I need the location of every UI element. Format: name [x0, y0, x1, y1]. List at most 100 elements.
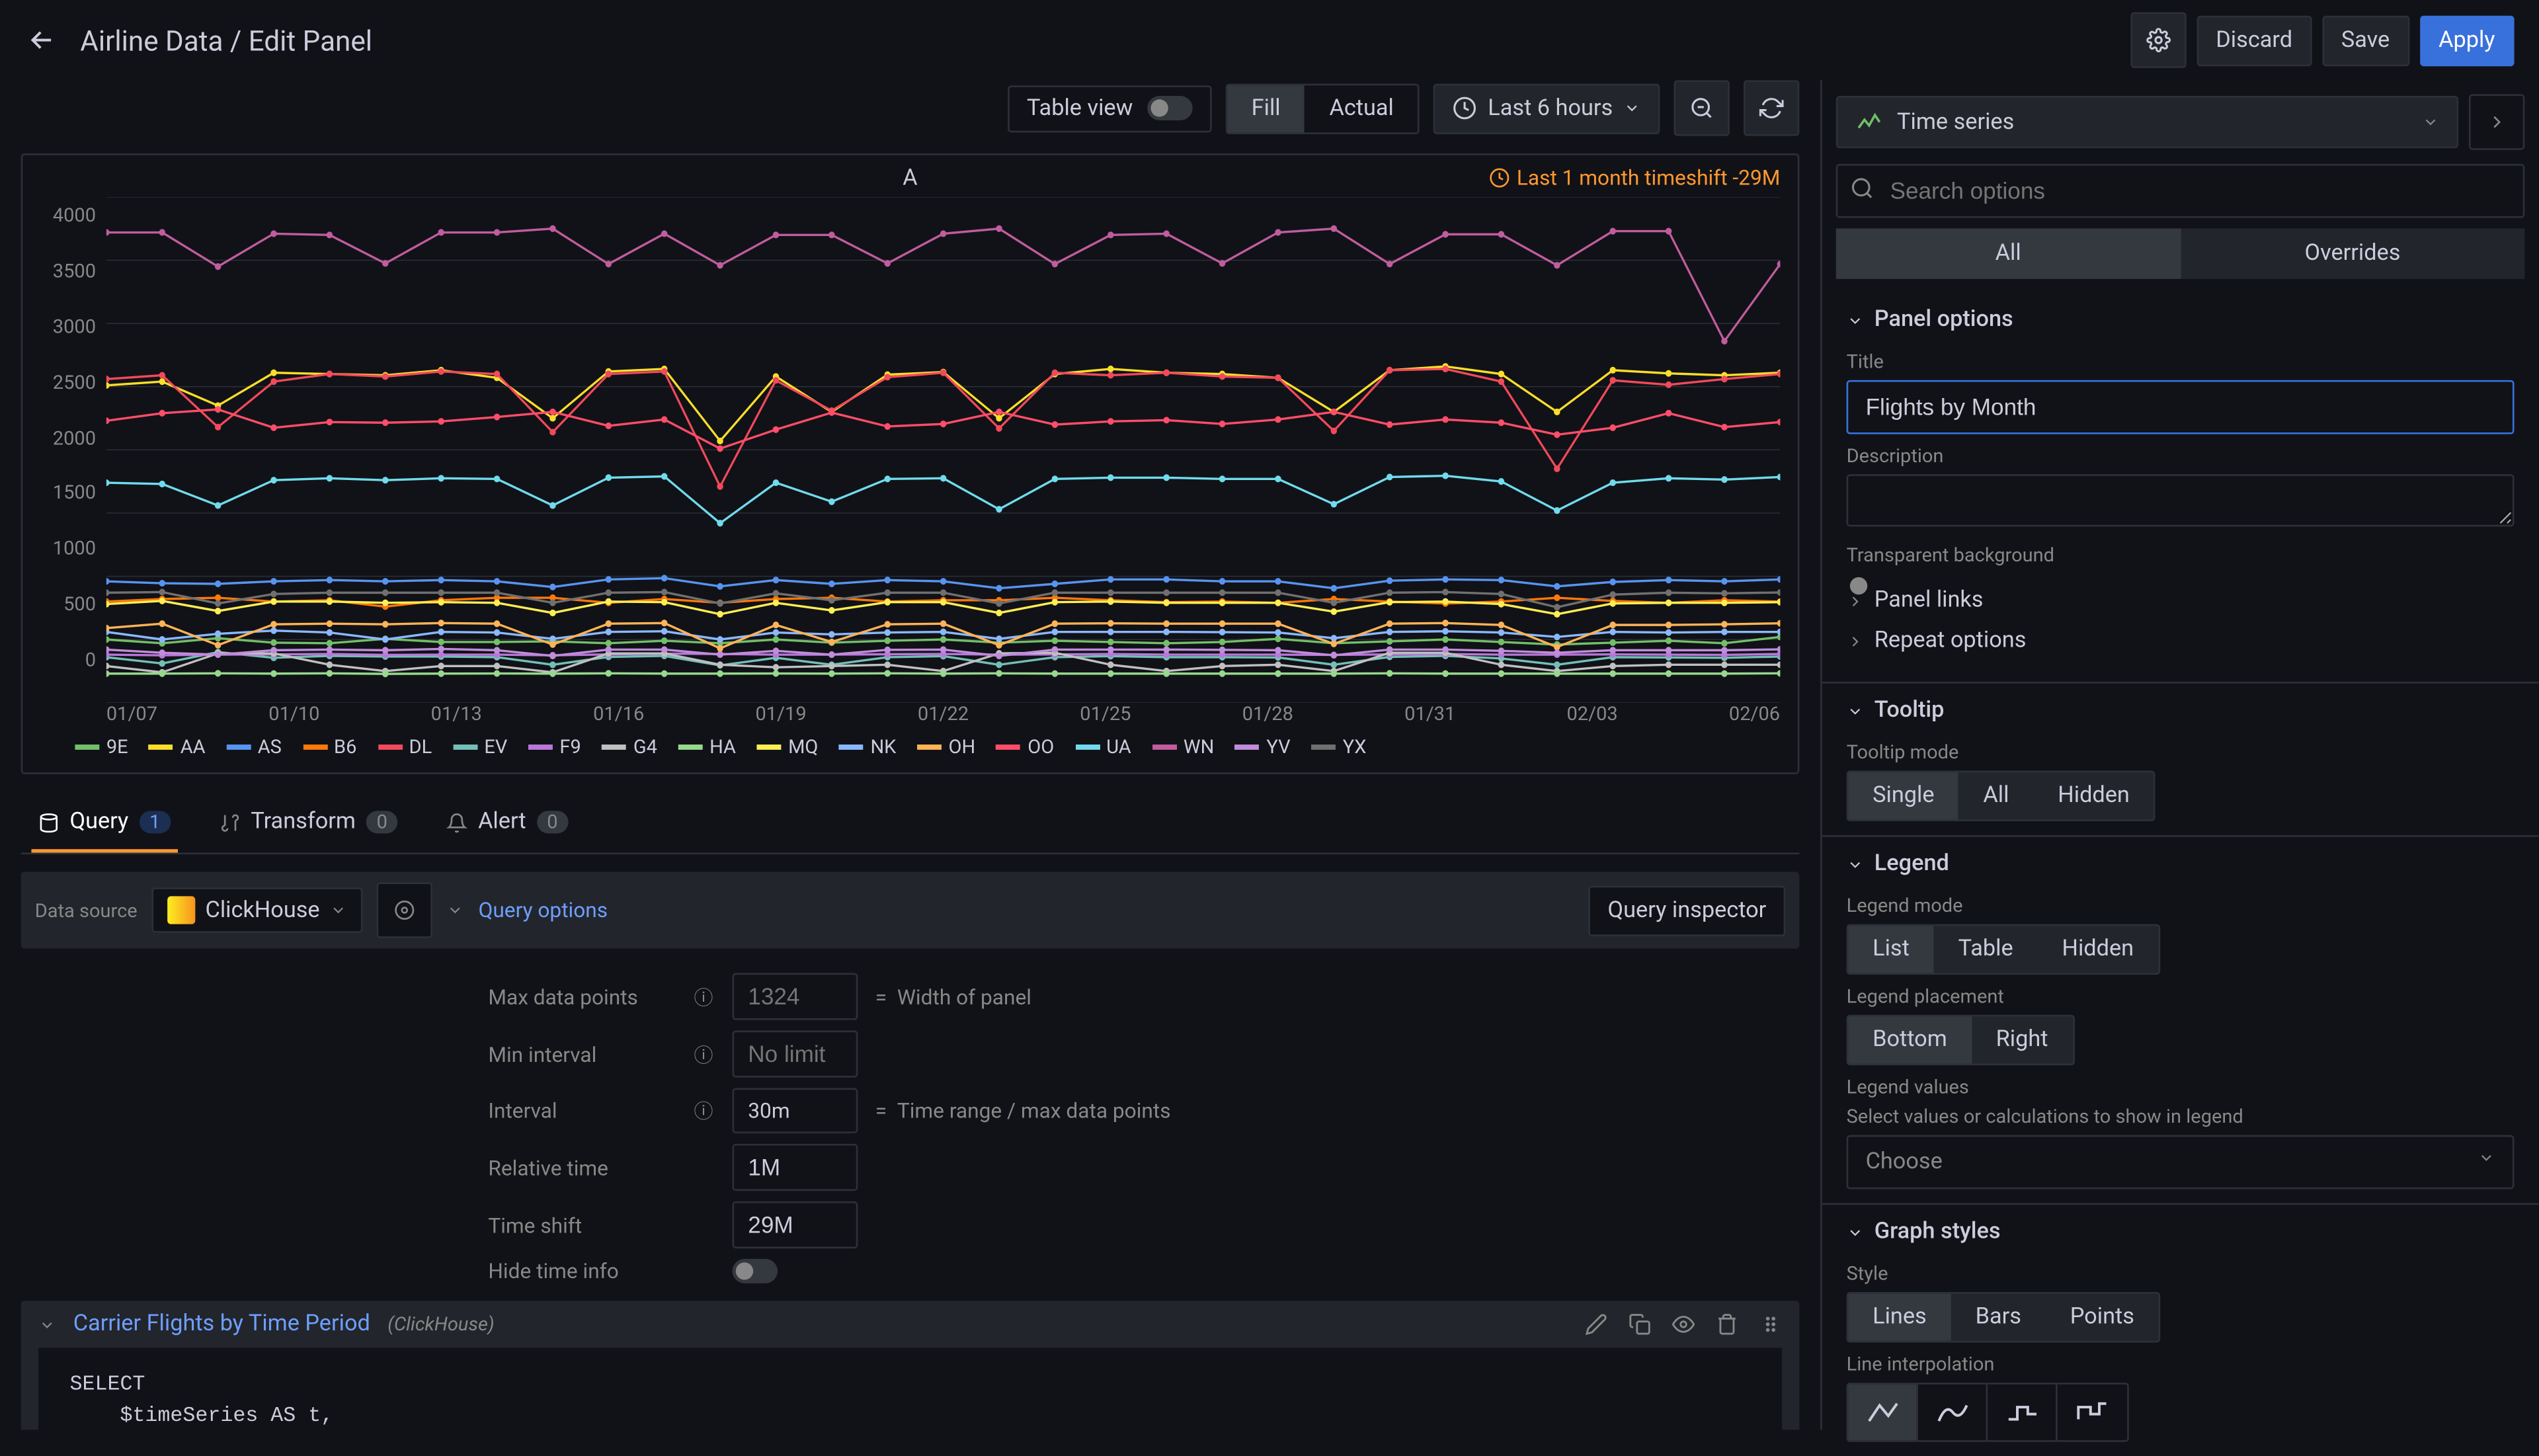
min-int-input[interactable]	[733, 1030, 858, 1077]
bell-icon	[447, 812, 468, 833]
interp-smooth[interactable]	[1918, 1385, 1988, 1440]
max-dp-input[interactable]	[733, 973, 858, 1020]
legend-item[interactable]: 9E	[75, 736, 128, 758]
chevron-down-icon	[1623, 99, 1640, 116]
save-button[interactable]: Save	[2322, 15, 2409, 65]
time-range-picker[interactable]: Last 6 hours	[1434, 83, 1660, 133]
chevron-right-icon[interactable]	[2469, 94, 2524, 149]
panel-title-input[interactable]	[1847, 380, 2515, 434]
table-view-toggle[interactable]: Table view	[1008, 85, 1211, 132]
legend-item[interactable]: HA	[678, 736, 736, 758]
datasource-select[interactable]: ClickHouse	[151, 887, 364, 933]
chart-panel: A Last 1 month timeshift -29M 4000350030…	[21, 153, 1800, 774]
datasource-settings-icon[interactable]	[378, 882, 433, 938]
tooltip-hidden[interactable]: Hidden	[2033, 772, 2154, 819]
drag-icon[interactable]	[1759, 1313, 1782, 1336]
hide-time-toggle[interactable]	[733, 1259, 778, 1283]
query-name[interactable]: Carrier Flights by Time Period	[73, 1311, 370, 1338]
visualization-picker[interactable]: Time series	[1836, 96, 2458, 148]
legend-item[interactable]: MQ	[757, 736, 819, 758]
info-icon[interactable]: ⓘ	[694, 1097, 719, 1125]
legend-item[interactable]: YX	[1311, 736, 1366, 758]
time-range-label: Last 6 hours	[1488, 95, 1613, 122]
style-bars[interactable]: Bars	[1951, 1294, 2046, 1341]
legend-item[interactable]: G4	[602, 736, 657, 758]
graph-styles-section[interactable]: Graph styles	[1847, 1219, 2515, 1252]
tooltip-section[interactable]: Tooltip	[1847, 698, 2515, 731]
legend-table[interactable]: Table	[1934, 926, 2038, 973]
panel-links-section[interactable]: Panel links	[1847, 574, 2515, 628]
plot-area[interactable]	[106, 197, 1781, 703]
chevron-down-icon	[1847, 311, 1864, 329]
database-icon	[38, 812, 60, 833]
edit-icon[interactable]	[1585, 1313, 1607, 1336]
clickhouse-icon	[167, 896, 194, 924]
legend-item[interactable]: YV	[1235, 736, 1291, 758]
legend-values-select[interactable]: Choose	[1847, 1135, 2515, 1190]
tab-alert[interactable]: Alert 0	[440, 791, 575, 852]
all-tab[interactable]: All	[1836, 228, 2181, 278]
options-search-input[interactable]	[1836, 164, 2525, 218]
chevron-down-icon	[1847, 1223, 1864, 1240]
legend-item[interactable]: AS	[226, 736, 282, 758]
legend-section[interactable]: Legend	[1847, 851, 2515, 884]
info-icon[interactable]: ⓘ	[694, 1040, 719, 1068]
tooltip-single[interactable]: Single	[1848, 772, 1958, 819]
legend-item[interactable]: EV	[453, 736, 507, 758]
info-icon[interactable]: ⓘ	[694, 983, 719, 1010]
legend-item[interactable]: OH	[917, 736, 975, 758]
legend-bottom[interactable]: Bottom	[1848, 1016, 1971, 1063]
legend-item[interactable]: DL	[378, 736, 432, 758]
zoom-out-icon[interactable]	[1674, 80, 1730, 136]
rel-time-input[interactable]	[733, 1144, 858, 1191]
hide-time-label: Hide time info	[488, 1259, 680, 1283]
chevron-down-icon[interactable]	[38, 1316, 56, 1333]
eye-icon[interactable]	[1672, 1313, 1695, 1336]
repeat-options-section[interactable]: Repeat options	[1847, 627, 2515, 668]
sql-editor[interactable]: SELECT $timeSeries AS t, Carrier, count(…	[38, 1348, 1782, 1430]
legend-right[interactable]: Right	[1972, 1016, 2073, 1063]
chevron-down-icon	[1847, 855, 1864, 872]
legend-placement-label: Legend placement	[1847, 975, 2515, 1015]
actual-button[interactable]: Actual	[1305, 85, 1418, 132]
refresh-icon[interactable]	[1744, 80, 1799, 136]
legend-item[interactable]: NK	[839, 736, 896, 758]
interp-step-after[interactable]	[2058, 1385, 2127, 1440]
settings-icon[interactable]	[2130, 12, 2186, 67]
description-input[interactable]	[1847, 474, 2515, 526]
overrides-tab[interactable]: Overrides	[2181, 228, 2525, 278]
legend-item[interactable]: AA	[149, 736, 205, 758]
style-label: Style	[1847, 1252, 2515, 1292]
style-points[interactable]: Points	[2046, 1294, 2159, 1341]
legend-item[interactable]: B6	[303, 736, 357, 758]
query-item: Carrier Flights by Time Period (ClickHou…	[21, 1301, 1800, 1430]
time-shift-input[interactable]	[733, 1201, 858, 1248]
discard-button[interactable]: Discard	[2196, 15, 2312, 65]
x-axis: 01/0701/1001/1301/1601/1901/2201/2501/28…	[40, 703, 1781, 725]
max-dp-label: Max data points	[488, 985, 680, 1009]
copy-icon[interactable]	[1629, 1313, 1651, 1336]
interp-linear[interactable]	[1848, 1385, 1917, 1440]
query-options-link[interactable]: Query options	[479, 898, 608, 922]
tab-query[interactable]: Query 1	[31, 791, 177, 852]
interp-step-before[interactable]	[1988, 1385, 2057, 1440]
legend-item[interactable]: F9	[528, 736, 581, 758]
legend-item[interactable]: UA	[1075, 736, 1131, 758]
apply-button[interactable]: Apply	[2419, 15, 2514, 65]
legend-hidden[interactable]: Hidden	[2038, 926, 2158, 973]
panel-options-section[interactable]: Panel options	[1847, 307, 2515, 340]
query-inspector-button[interactable]: Query inspector	[1589, 885, 1786, 935]
chevron-down-icon[interactable]	[447, 901, 464, 918]
legend-item[interactable]: OO	[996, 736, 1054, 758]
style-lines[interactable]: Lines	[1848, 1294, 1951, 1341]
trash-icon[interactable]	[1716, 1313, 1738, 1336]
legend-list[interactable]: List	[1848, 926, 1934, 973]
fill-button[interactable]: Fill	[1227, 85, 1305, 132]
options-panel: Time series All Overrides	[1820, 80, 2538, 1430]
back-arrow-icon[interactable]	[24, 22, 60, 58]
clock-icon	[1489, 167, 1510, 188]
legend-item[interactable]: WN	[1152, 736, 1214, 758]
tab-transform[interactable]: Transform 0	[212, 791, 405, 852]
tooltip-all[interactable]: All	[1958, 772, 2033, 819]
breadcrumb: Airline Data / Edit Panel	[80, 24, 2109, 57]
